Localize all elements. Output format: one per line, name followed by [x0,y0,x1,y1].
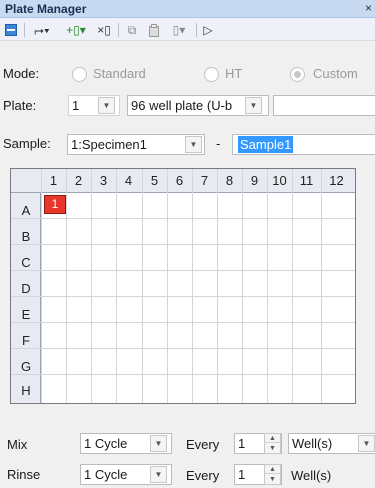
toolbar: ⮣▾ +▯▾ ×▯ ⧉ ▯▾ ▷ [0,19,375,41]
rinse-unit-label: Well(s) [291,468,332,483]
row-header-h[interactable]: H [11,383,41,398]
select-icon[interactable]: ▯▾ [168,21,190,39]
copy-icon[interactable]: ⧉ [124,21,140,39]
plate-type-value: 96 well plate (U-b [131,98,233,113]
row-header-e[interactable]: E [11,307,41,322]
row-header-a[interactable]: A [11,203,41,218]
sample-name-value: Sample1 [238,136,294,153]
spin-up-icon[interactable]: ▲ [265,434,280,443]
plate-number-value: 1 [72,98,80,113]
column-header-2[interactable]: 2 [66,173,91,188]
mix-cycle-dropdown-icon[interactable]: ▼ [150,435,167,452]
remove-well-icon[interactable]: ×▯ [94,21,114,39]
spin-down-icon[interactable]: ▼ [265,444,280,453]
plate-type-dropdown-icon[interactable]: ▼ [245,97,262,114]
mode-standard-label: Standard [93,66,146,81]
layout-icon[interactable] [4,21,18,39]
mix-unit-value: Well(s) [292,436,333,451]
well-a1[interactable]: 1 [44,195,66,214]
column-header-9[interactable]: 9 [242,173,267,188]
column-header-3[interactable]: 3 [91,173,116,188]
column-header-5[interactable]: 5 [142,173,167,188]
spin-down-icon[interactable]: ▼ [265,475,280,484]
mix-unit-dropdown-icon[interactable]: ▼ [358,435,375,452]
row-header-g[interactable]: G [11,359,41,374]
row-header-c[interactable]: C [11,255,41,270]
column-header-6[interactable]: 6 [167,173,192,188]
row-header-d[interactable]: D [11,281,41,296]
rinse-count-value: 1 [238,467,246,482]
mode-custom-radio[interactable] [290,67,305,82]
row-header-f[interactable]: F [11,333,41,348]
mode-custom-label: Custom [313,66,358,81]
mix-cycle-value: 1 Cycle [84,436,128,451]
rinse-cycle-dropdown-icon[interactable]: ▼ [150,466,167,483]
mode-ht-radio[interactable] [204,67,219,82]
column-header-8[interactable]: 8 [217,173,242,188]
add-well-icon[interactable]: +▯▾ [62,21,90,39]
mix-every-label: Every [186,437,220,452]
mix-count-spinner[interactable]: ▲ ▼ [264,433,281,454]
play-icon[interactable]: ▷ [200,21,216,39]
rinse-count-spinner[interactable]: ▲ ▼ [264,464,281,485]
rinse-cycle-value: 1 Cycle [84,467,128,482]
column-header-12[interactable]: 12 [324,173,349,188]
column-header-4[interactable]: 4 [116,173,141,188]
mix-label: Mix [7,437,28,452]
row-header-b[interactable]: B [11,229,41,244]
column-header-1[interactable]: 1 [41,173,66,188]
sample-dash: - [216,136,221,151]
sample-dropdown-icon[interactable]: ▼ [185,136,202,153]
column-header-11[interactable]: 11 [294,173,319,188]
close-icon[interactable]: × [365,1,372,15]
insert-row-icon[interactable]: ⮣▾ [30,21,54,39]
rinse-every-label: Every [186,468,220,483]
plate-number-dropdown-icon[interactable]: ▼ [98,97,115,114]
mode-standard-radio[interactable] [72,67,87,82]
plate-grid: 1 2 3 4 5 6 7 8 9 10 11 12 A B C D E F G… [10,168,356,404]
paste-icon[interactable] [146,21,162,39]
sample-label: Sample: [3,136,51,151]
column-header-10[interactable]: 10 [267,173,292,188]
column-header-7[interactable]: 7 [192,173,217,188]
spin-up-icon[interactable]: ▲ [265,465,280,474]
mode-ht-label: HT [225,66,243,81]
sample-name-field[interactable]: Sample1 [232,134,375,155]
plate-label: Plate: [3,98,37,113]
rinse-label: Rinse [7,467,41,482]
title-bar: Plate Manager × [0,0,375,18]
sample-select-value: 1:Specimen1 [71,137,147,152]
plate-extra-field[interactable] [273,95,375,116]
mode-label: Mode: [3,66,40,81]
window-title: Plate Manager [5,2,87,16]
mix-count-value: 1 [238,436,246,451]
